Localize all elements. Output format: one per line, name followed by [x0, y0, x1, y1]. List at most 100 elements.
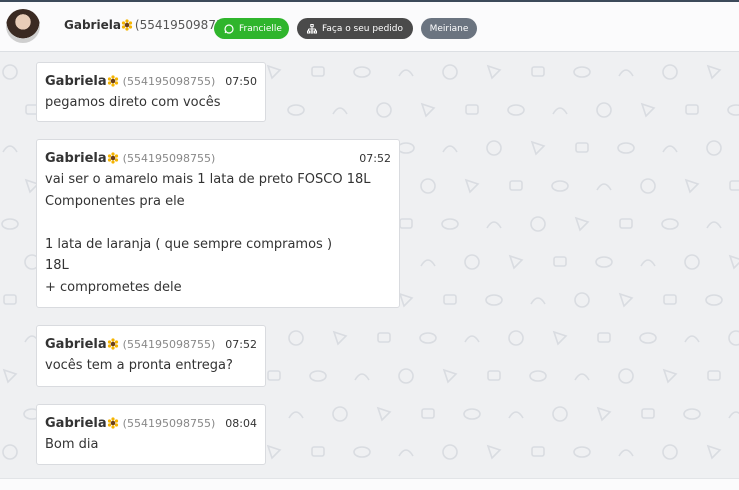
- pattern-doodle: [552, 107, 568, 115]
- pattern-doodle: [442, 64, 458, 80]
- pattern-doodle: [508, 411, 524, 419]
- pattern-doodle: [574, 373, 590, 381]
- pattern-doodle: [530, 216, 546, 232]
- pattern-doodle: [2, 64, 18, 80]
- tag-label: Francielle: [239, 23, 282, 34]
- message-time: 07:52: [359, 151, 391, 165]
- pattern-doodle: [618, 368, 634, 384]
- pattern-doodle: [353, 66, 371, 78]
- pattern-doodle: [509, 180, 523, 191]
- message-bubble: Gabriela (554195098755) 08:04 Bom dia: [36, 404, 266, 465]
- pattern-doodle: [2, 145, 18, 153]
- pattern-doodle: [706, 64, 722, 80]
- pattern-doodle: [707, 370, 721, 381]
- pattern-doodle: [287, 104, 305, 116]
- message-bubble: Gabriela (554195098755) 07:50 pegamos di…: [36, 62, 266, 122]
- pattern-doodle: [267, 370, 281, 381]
- pattern-doodle: [728, 254, 739, 270]
- message-bubble: Gabriela (554195098755) 07:52 vai ser o …: [36, 139, 400, 308]
- message-sender: Gabriela: [45, 150, 107, 166]
- pattern-doodle: [486, 444, 502, 460]
- message-phone: (554195098755): [122, 151, 216, 165]
- pattern-doodle: [662, 368, 678, 384]
- pattern-doodle: [486, 64, 502, 80]
- pattern-doodle: [552, 330, 568, 346]
- pattern-doodle: [618, 69, 634, 77]
- tag-label: Meiriane: [429, 23, 469, 34]
- pattern-doodle: [553, 256, 567, 267]
- message-phone: (554195098755): [122, 337, 216, 351]
- pattern-doodle: [332, 406, 348, 422]
- pattern-doodle: [574, 292, 590, 308]
- pattern-doodle: [288, 411, 304, 419]
- pattern-doodle: [551, 180, 569, 192]
- pattern-doodle: [596, 406, 612, 422]
- pattern-doodle: [640, 178, 656, 194]
- pattern-doodle: [641, 408, 655, 419]
- pattern-doodle: [332, 107, 348, 115]
- pattern-doodle: [619, 218, 633, 229]
- pattern-doodle: [640, 259, 656, 267]
- message-list[interactable]: Gabriela (554195098755) 07:50 pegamos di…: [0, 52, 739, 478]
- pattern-doodle: [530, 297, 546, 305]
- pattern-doodle: [640, 102, 656, 118]
- pattern-doodle: [485, 294, 503, 306]
- message-sender: Gabriela: [45, 415, 107, 431]
- pattern-doodle: [531, 446, 545, 457]
- pattern-doodle: [288, 330, 304, 346]
- pattern-doodle: [529, 370, 547, 382]
- tag-francielle[interactable]: Francielle: [214, 18, 289, 39]
- pattern-doodle: [662, 64, 678, 80]
- pattern-doodle: [487, 370, 501, 381]
- message-text: Bom dia: [45, 437, 99, 452]
- pattern-doodle: [508, 330, 524, 346]
- pattern-doodle: [376, 102, 392, 118]
- pattern-doodle: [311, 446, 325, 457]
- message-sender: Gabriela: [45, 336, 107, 352]
- message-time: 07:50: [225, 74, 257, 88]
- pattern-doodle: [684, 254, 700, 270]
- pattern-doodle: [507, 104, 525, 116]
- pattern-doodle: [332, 330, 348, 346]
- pattern-doodle: [398, 69, 414, 77]
- tag-faca-o-seu-pedido[interactable]: Faça o seu pedido: [297, 18, 413, 39]
- pattern-doodle: [397, 142, 415, 154]
- pattern-doodle: [3, 294, 17, 305]
- pattern-doodle: [530, 140, 546, 156]
- pattern-doodle: [684, 335, 700, 343]
- pattern-doodle: [574, 216, 590, 232]
- pattern-doodle: [311, 66, 325, 77]
- pattern-doodle: [617, 142, 635, 154]
- pattern-doodle: [2, 444, 18, 460]
- pattern-doodle: [376, 406, 392, 422]
- sunflower-icon: [107, 75, 119, 87]
- pattern-doodle: [685, 104, 699, 115]
- avatar[interactable]: [6, 9, 40, 43]
- message-text: vai ser o amarelo mais 1 lata de preto F…: [45, 172, 371, 295]
- whatsapp-icon: [224, 23, 234, 34]
- tag-meiriane[interactable]: Meiriane: [421, 18, 477, 39]
- pattern-doodle: [266, 444, 282, 460]
- contact-info[interactable]: Gabriela (554195098755): [64, 18, 236, 32]
- pattern-doodle: [683, 408, 701, 420]
- pattern-doodle: [398, 449, 414, 457]
- pattern-doodle: [531, 66, 545, 77]
- pattern-doodle: [419, 332, 437, 344]
- pattern-doodle: [573, 66, 591, 78]
- message-time: 07:52: [225, 337, 257, 351]
- pattern-doodle: [729, 180, 739, 191]
- sunflower-icon: [107, 338, 119, 350]
- pattern-doodle: [464, 254, 480, 270]
- message-phone: (554195098755): [122, 74, 216, 88]
- pattern-doodle: [399, 218, 413, 229]
- pattern-doodle: [309, 370, 327, 382]
- pattern-doodle: [573, 446, 591, 458]
- sunflower-icon: [121, 19, 133, 31]
- pattern-doodle: [442, 368, 458, 384]
- pattern-doodle: [661, 218, 679, 230]
- pattern-doodle: [706, 140, 722, 156]
- pattern-doodle: [639, 332, 657, 344]
- pattern-doodle: [421, 408, 435, 419]
- pattern-doodle: [706, 221, 722, 229]
- pattern-doodle: [575, 142, 589, 153]
